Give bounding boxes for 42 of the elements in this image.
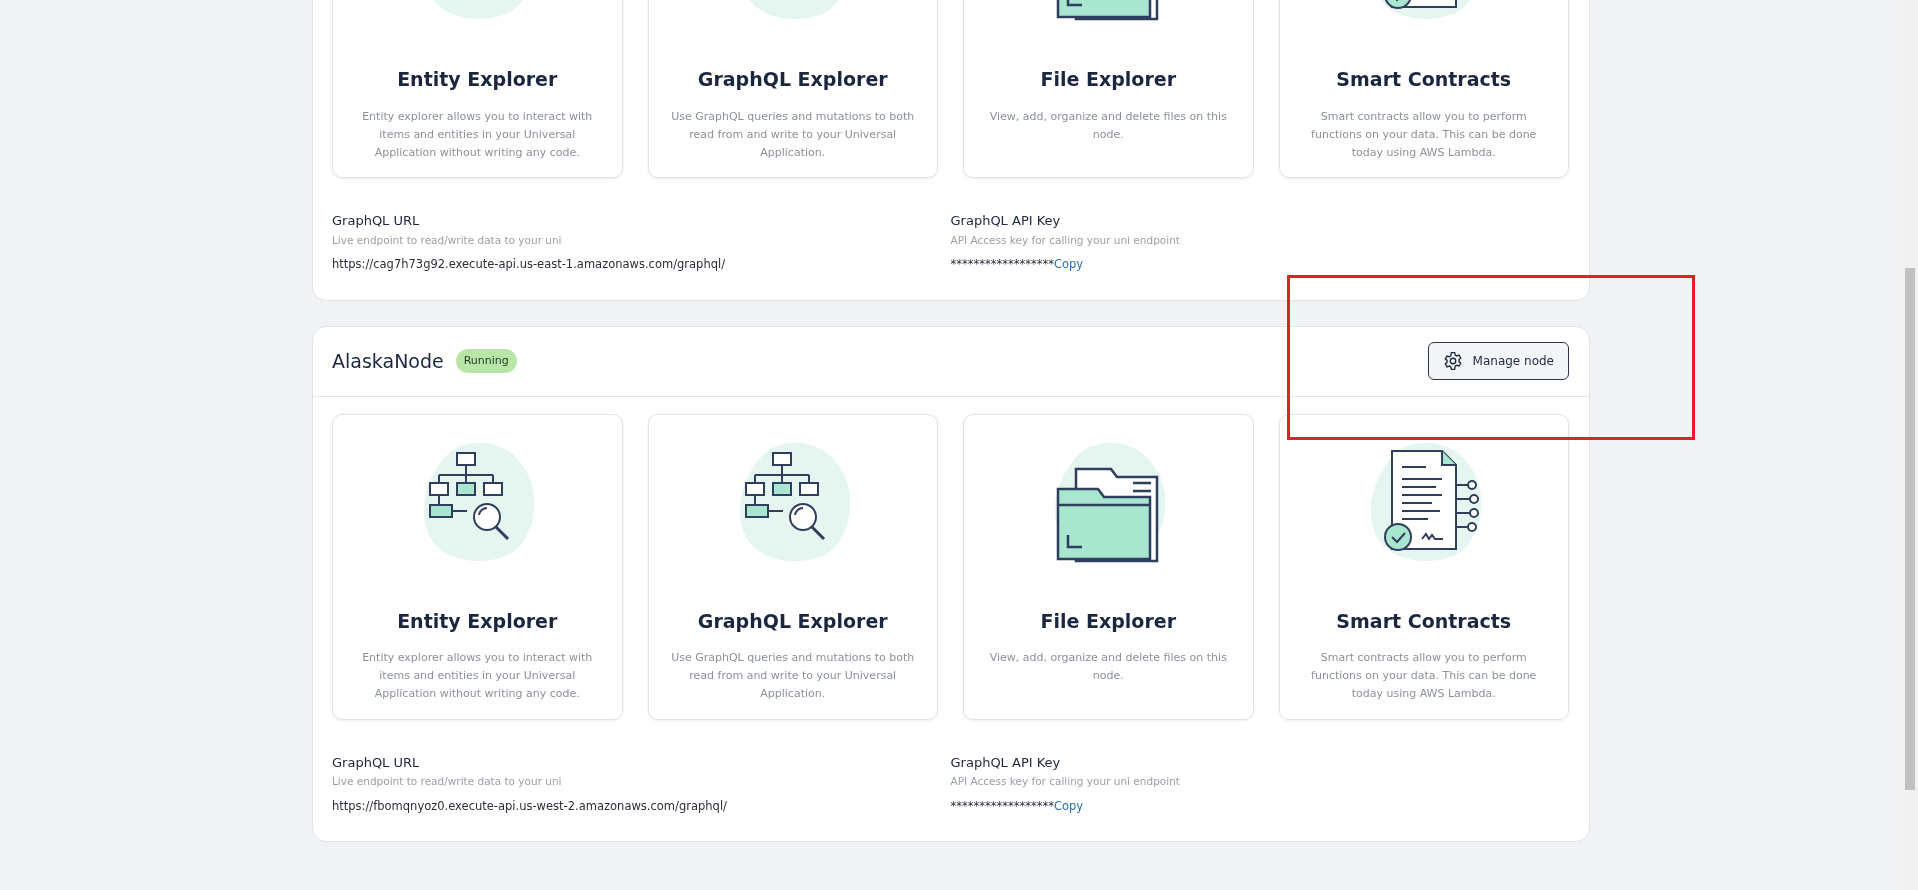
card-description: Entity explorer allows you to interact with items and entities in your Universal Application without writing any code. (361, 650, 594, 702)
field-hint: Live endpoint to read/write data to your uni (332, 774, 563, 789)
feature-card[interactable]: GraphQL Explorer Use GraphQL queries and mutations to both read from and write to your Universal Application. (647, 0, 938, 178)
copy-link[interactable]: Copy (1054, 797, 1084, 815)
card-description: Smart contracts allow you to perform functions on your data. This can be done today using AWS Lambda. (1310, 650, 1538, 702)
status-badge: Running (455, 348, 517, 374)
card-title: GraphQL Explorer (696, 67, 889, 92)
field-hint: API Access key for calling your uni endpoint (950, 774, 1181, 789)
card-description: Use GraphQL queries and mutations to both read from and write to your Universal Application. (670, 108, 915, 161)
card-title: Entity Explorer (396, 67, 559, 92)
card-description: Use GraphQL queries and mutations to both read from and write to your Universal Application. (670, 650, 915, 702)
card-title: Entity Explorer (396, 608, 559, 634)
field-label: GraphQL URL (332, 753, 421, 772)
endpoint-url: https://cag7h73g92.execute-api.us-east-1.amazonaws.com/graphql/ (332, 256, 727, 274)
card-title: File Explorer (1039, 608, 1177, 634)
field-label: GraphQL URL (332, 212, 421, 230)
card-title: Smart Contracts (1335, 608, 1513, 634)
node-name: AlaskaNode (332, 348, 444, 374)
card-description: Entity explorer allows you to interact with items and entities in your Universal Application without writing any code. (361, 108, 594, 161)
card-title: Smart Contracts (1335, 67, 1513, 92)
feature-card[interactable]: GraphQL Explorer Use GraphQL queries and mutations to both read from and write to your Universal Application. (647, 413, 938, 720)
card-title: File Explorer (1039, 67, 1177, 92)
endpoint-url: https://fbomqnyoz0.execute-api.us-west-2.amazonaws.com/graphql/ (332, 797, 728, 815)
feature-card[interactable]: Entity Explorer Entity explorer allows you to interact with items and entities in your Universal Application without writing any code. (332, 413, 623, 720)
feature-card[interactable]: File Explorer View, add, organize and delete files on this node. (963, 0, 1254, 178)
masked-api-key: ****************** (950, 797, 1054, 815)
feature-card[interactable]: Smart Contracts Smart contracts allow you to perform functions on your data. This can be done today using AWS Lambda. (1278, 0, 1569, 178)
field-hint: API Access key for calling your uni endpoint (950, 232, 1181, 248)
card-description: View, add, organize and delete files on this node. (988, 650, 1228, 684)
field-label: GraphQL API Key (950, 212, 1062, 230)
card-description: Smart contracts allow you to perform functions on your data. This can be done today using AWS Lambda. (1310, 108, 1538, 161)
feature-card[interactable]: File Explorer View, add, organize and delete files on this node. (963, 413, 1254, 720)
manage-node-button[interactable]: Manage node (1427, 342, 1569, 380)
field-hint: Live endpoint to read/write data to your uni (332, 232, 563, 248)
settings-icon (1442, 351, 1463, 371)
masked-api-key: ****************** (950, 256, 1054, 274)
card-description: View, add, organize and delete files on this node. (988, 108, 1228, 143)
field-label: GraphQL API Key (950, 753, 1062, 772)
card-title: GraphQL Explorer (696, 608, 889, 634)
feature-card[interactable]: Entity Explorer Entity explorer allows you to interact with items and entities in your Universal Application without writing any code. (332, 0, 623, 178)
copy-link[interactable]: Copy (1054, 256, 1084, 274)
feature-card[interactable]: Smart Contracts Smart contracts allow you to perform functions on your data. This can be done today using AWS Lambda. (1278, 413, 1569, 720)
